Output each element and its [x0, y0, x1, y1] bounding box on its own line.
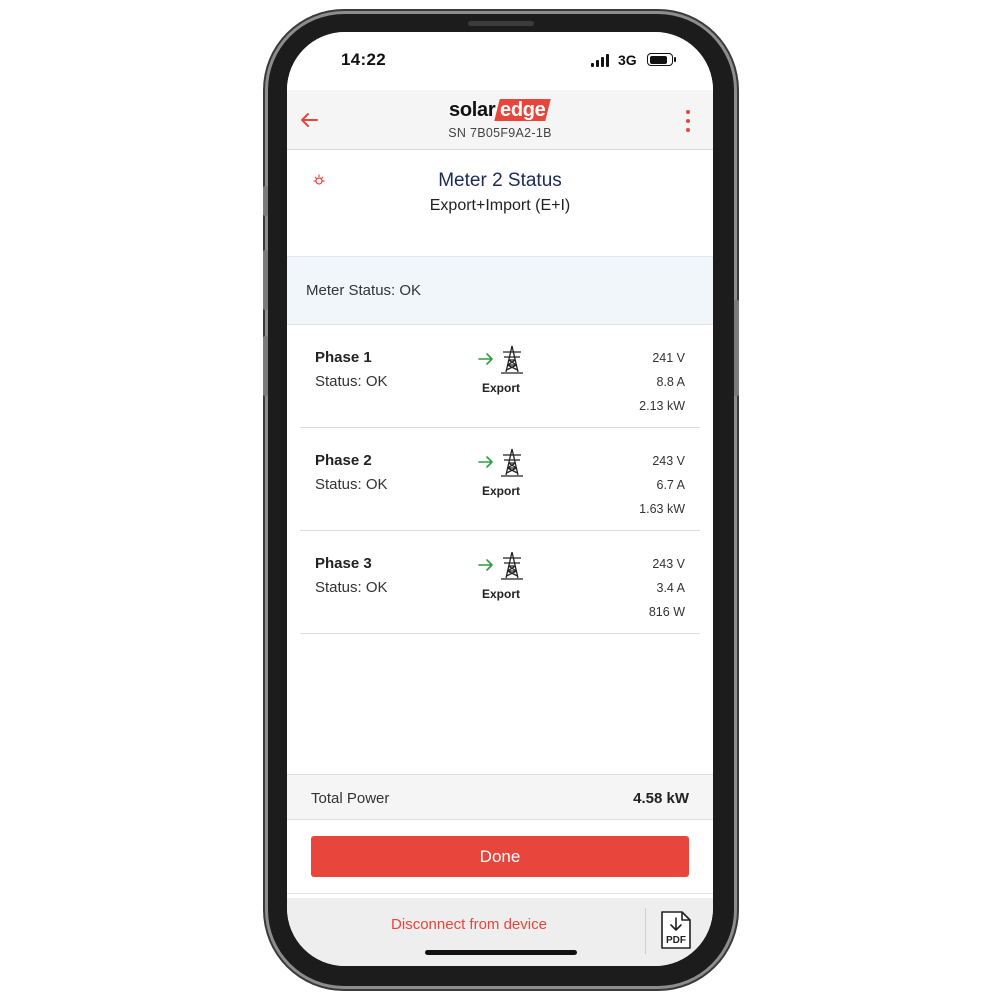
- flow-direction-label: Export: [481, 587, 520, 601]
- speaker-grille: [468, 21, 534, 26]
- phase-power: 816 W: [648, 605, 685, 619]
- phase-power: 1.63 kW: [639, 502, 685, 516]
- phase-name: Phase 3: [315, 555, 372, 572]
- done-button[interactable]: Done: [311, 836, 689, 877]
- meter-status-bar: Meter Status: OK: [287, 256, 713, 325]
- power-button: [734, 300, 739, 396]
- phone-screen: 14:22 3G solar edge SN 7B05F9A2-1B Meter…: [287, 32, 713, 966]
- flow-direction-label: Export: [481, 381, 520, 395]
- phase-name: Phase 1: [315, 349, 372, 366]
- title-block: Meter 2 Status Export+Import (E+I): [287, 150, 713, 256]
- device-serial-number: SN 7B05F9A2-1B: [448, 126, 552, 140]
- volume-down-button: [263, 336, 268, 396]
- export-arrow-icon: [478, 353, 493, 365]
- phase-current: 8.8 A: [656, 375, 686, 389]
- phase-status: Status: OK: [315, 373, 388, 390]
- phase-row-3: Phase 3 Status: OK Export 243 V 3.4 A 81…: [300, 531, 700, 634]
- phase-values: 243 V 6.7 A 1.63 kW: [639, 454, 685, 526]
- logo-text-solar: solar: [449, 98, 496, 121]
- pdf-label: PDF: [666, 935, 686, 946]
- app-header: solar edge SN 7B05F9A2-1B: [287, 90, 713, 150]
- phase-values: 243 V 3.4 A 816 W: [649, 557, 685, 629]
- battery-level: [649, 55, 667, 64]
- mute-switch: [263, 186, 268, 216]
- meter-status-text: Meter Status: OK: [306, 282, 422, 299]
- network-type: 3G: [618, 52, 637, 68]
- phase-voltage: 241 V: [652, 351, 685, 365]
- phase-status: Status: OK: [315, 579, 388, 596]
- phase-voltage: 243 V: [652, 557, 685, 571]
- phase-current: 6.7 A: [656, 478, 686, 492]
- battery-icon: [647, 53, 676, 66]
- phase-name: Phase 2: [315, 452, 372, 469]
- phase-power: 2.13 kW: [639, 399, 685, 413]
- phase-row-2: Phase 2 Status: OK Export 243 V 6.7 A 1.…: [300, 428, 700, 531]
- phase-list: Phase 1 Status: OK Export 241 V 8.8 A 2.…: [300, 325, 700, 634]
- phase-values: 241 V 8.8 A 2.13 kW: [639, 351, 685, 423]
- power-pylon-icon: [501, 551, 523, 580]
- export-arrow-icon: [478, 456, 493, 468]
- phase-current: 3.4 A: [656, 581, 686, 595]
- flow-direction-label: Export: [481, 484, 520, 498]
- total-power-value: 4.58 kW: [633, 790, 689, 807]
- volume-up-button: [263, 250, 268, 310]
- disconnect-button[interactable]: Disconnect from device: [287, 916, 651, 933]
- total-power-label: Total Power: [311, 790, 390, 807]
- status-bar: 14:22 3G: [287, 32, 713, 90]
- logo-text-edge-box: edge: [494, 99, 552, 121]
- phase-voltage: 243 V: [652, 454, 685, 468]
- kebab-menu-icon[interactable]: [680, 108, 696, 134]
- page-subtitle: Export+Import (E+I): [429, 197, 571, 214]
- cellular-signal-icon: [591, 54, 611, 67]
- status-time: 14:22: [341, 50, 386, 69]
- page-title: Meter 2 Status: [438, 170, 562, 191]
- solaredge-logo: solar edge: [449, 98, 552, 122]
- phase-row-1: Phase 1 Status: OK Export 241 V 8.8 A 2.…: [300, 325, 700, 428]
- power-pylon-icon: [501, 448, 523, 477]
- total-power-bar: Total Power 4.58 kW: [287, 774, 713, 820]
- done-area: Done: [287, 820, 713, 894]
- home-indicator: [425, 950, 577, 955]
- footer-divider: [645, 908, 646, 954]
- footer-bar: Disconnect from device PDF: [287, 898, 713, 966]
- phase-status: Status: OK: [315, 476, 388, 493]
- power-pylon-icon: [501, 345, 523, 374]
- logo-text-edge: edge: [500, 99, 546, 121]
- pdf-download-icon[interactable]: PDF: [659, 910, 693, 950]
- export-arrow-icon: [478, 559, 493, 571]
